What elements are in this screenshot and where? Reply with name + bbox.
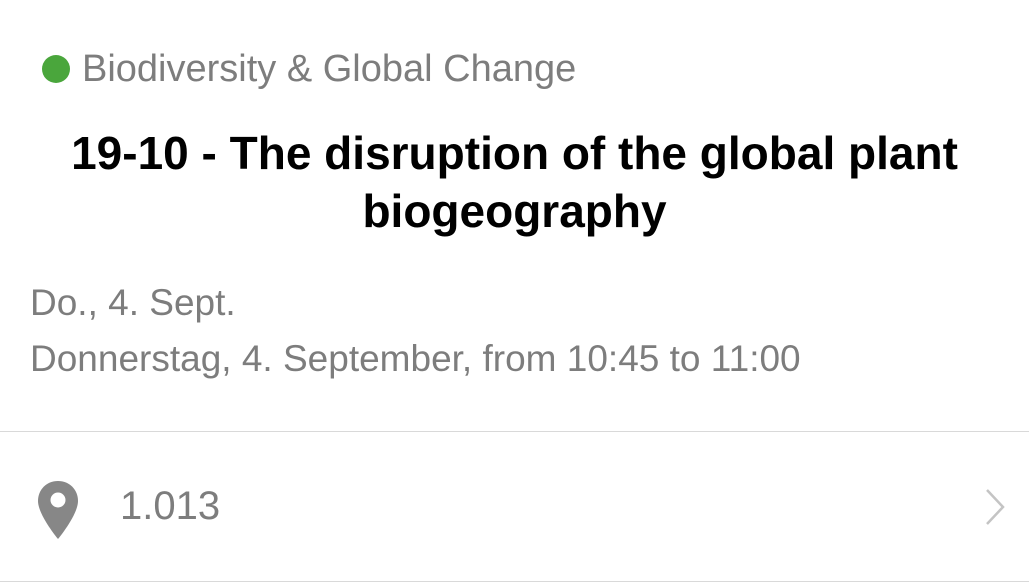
location-row[interactable]: 1.013 — [0, 432, 1029, 581]
session-date-short: Do., 4. Sept. — [30, 282, 236, 323]
session-date-long: Donnerstag, 4. September, from 10:45 to … — [30, 338, 801, 379]
session-title: 19-10 - The disruption of the global pla… — [71, 127, 958, 237]
track-color-dot — [42, 55, 70, 83]
map-pin-icon — [38, 481, 78, 539]
track-label: Biodiversity & Global Change — [82, 47, 577, 90]
divider — [0, 581, 1029, 582]
track-row: Biodiversity & Global Change — [42, 44, 576, 94]
location-room-label: 1.013 — [120, 484, 221, 528]
chevron-right-icon — [986, 489, 1005, 525]
